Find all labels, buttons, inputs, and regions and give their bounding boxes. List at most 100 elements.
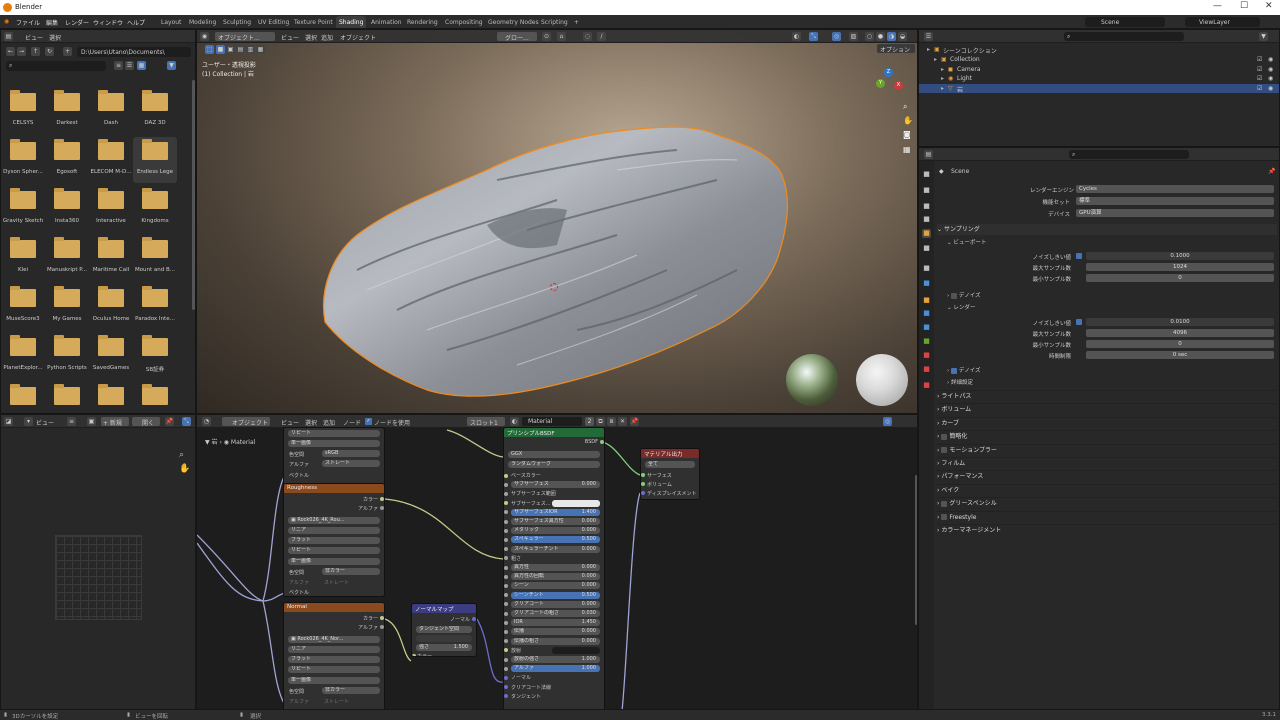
tab-scripting[interactable]: Scripting (538, 16, 571, 28)
section-checkbox[interactable] (941, 447, 948, 454)
menu-render[interactable]: レンダー (65, 18, 89, 27)
input-field[interactable]: アルファ 1.000 (511, 665, 600, 673)
maximize-icon[interactable]: ☐ (1240, 1, 1248, 11)
folder-item[interactable] (45, 382, 89, 413)
3d-viewport-panel[interactable]: ◉ オブジェクト... ビュー 選択 追加 オブジェクト グロー... ⊙ ⌂ … (196, 29, 918, 414)
section-10[interactable]: › カラーマネージメント (937, 524, 1277, 535)
scene-selector[interactable]: Scene (1085, 17, 1165, 27)
gizmo-x[interactable]: X (894, 81, 903, 90)
minimize-icon[interactable]: — (1213, 1, 1222, 11)
refresh-icon[interactable]: ↻ (45, 47, 54, 56)
normal-map-node[interactable]: ノーマルマップ ノーマル タンジェント空間 強さ 1.500 カラー (411, 603, 477, 657)
tool-tab-icon[interactable]: ■ (922, 170, 931, 179)
input-field[interactable]: サブサーフェス異方性 0.000 (511, 518, 600, 525)
ortho-toggle-icon[interactable]: ▦ (903, 145, 911, 154)
sss-method-dropdown[interactable]: ランダムウォーク (508, 461, 600, 468)
input-socket[interactable] (504, 657, 508, 662)
render-subsection[interactable]: ⌄ レンダー (947, 303, 975, 311)
alpha-dropdown[interactable]: ストレート (322, 460, 380, 467)
input-field[interactable]: スペキュラー 0.500 (511, 536, 600, 544)
expand-icon[interactable]: ▸ (927, 46, 930, 53)
folder-item[interactable]: Oculus Home (89, 284, 133, 330)
sampling-field[interactable]: 0 sec (1086, 351, 1274, 359)
extension-dropdown[interactable]: リピート (288, 666, 380, 673)
folder-item[interactable]: Maritime Call (89, 235, 133, 281)
collection-tab-icon[interactable]: ■ (922, 264, 931, 273)
node-row[interactable]: 単一画像 (288, 440, 380, 447)
colorspace-dropdown[interactable]: 非カラー (322, 568, 380, 575)
3d-cursor[interactable] (550, 283, 558, 291)
input-field[interactable]: 異方性 0.000 (511, 564, 600, 571)
tab-sculpting[interactable]: Sculpting (220, 16, 254, 28)
sampling-field[interactable]: 0 (1086, 274, 1274, 282)
displacement-input-socket[interactable] (641, 491, 645, 495)
folder-item[interactable]: Python Scripts (45, 333, 89, 379)
section-1[interactable]: › ボリューム (937, 403, 1277, 414)
target-dropdown[interactable]: 全て (645, 461, 695, 468)
strength-field[interactable]: 強さ 1.500 (416, 644, 472, 651)
feature-set-dropdown[interactable]: 標準 (1076, 197, 1274, 205)
distribution-dropdown[interactable]: GGX (508, 451, 600, 458)
folder-item[interactable]: MuseScore3 (1, 284, 45, 330)
input-socket[interactable] (504, 501, 508, 506)
pan-hand-icon[interactable]: ✋ (179, 464, 190, 474)
modifier-tab-icon[interactable]: ■ (922, 296, 931, 305)
sampling-field[interactable]: 1024 (1086, 263, 1274, 271)
input-field[interactable]: サブサーフェスIOR 1.400 (511, 508, 600, 516)
input-socket[interactable] (504, 537, 508, 542)
properties-search-input[interactable]: ⌕ (1069, 150, 1189, 159)
menu-select[interactable]: 選択 (49, 33, 61, 42)
input-field[interactable]: シーン 0.000 (511, 582, 600, 590)
projection-dropdown[interactable]: フラット (288, 656, 380, 663)
uv-grid[interactable] (55, 535, 142, 620)
physics-tab-icon[interactable]: ■ (922, 323, 931, 332)
filter-icon[interactable]: ▼ (167, 61, 176, 70)
uv-map-field[interactable] (416, 635, 472, 642)
folder-item[interactable]: Egosoft (45, 137, 89, 183)
color-output-socket[interactable] (380, 497, 384, 501)
bsdf-output-socket[interactable] (600, 440, 604, 444)
input-socket[interactable] (504, 648, 508, 653)
alpha-output-socket[interactable] (380, 506, 384, 510)
adaptive-checkbox[interactable] (1076, 253, 1082, 259)
section-5[interactable]: › フィルム (937, 457, 1277, 468)
back-icon[interactable]: ← (6, 47, 15, 56)
section-6[interactable]: › パフォーマンス (937, 470, 1277, 481)
input-socket[interactable] (504, 593, 508, 598)
input-socket[interactable] (504, 694, 508, 699)
interpolation-dropdown[interactable]: リニア (288, 646, 380, 653)
world-tab-icon[interactable]: ■ (922, 244, 931, 253)
filter-icon[interactable]: ▼ (1259, 32, 1268, 41)
input-socket[interactable] (504, 565, 508, 570)
input-socket[interactable] (504, 547, 508, 552)
node-row[interactable]: リピート (288, 430, 380, 437)
input-socket[interactable] (504, 519, 508, 524)
file-browser-scrollbar[interactable] (192, 80, 195, 310)
mode-icon[interactable]: ▾ (24, 417, 33, 426)
checkbox-icon[interactable]: ☑ (1257, 66, 1262, 73)
outliner-search-input[interactable]: ⌕ (1064, 32, 1184, 41)
outliner-row[interactable]: ▸ ▣ Collection ☑ ◉ (919, 55, 1279, 64)
menu-icon[interactable]: ≡ (67, 417, 76, 426)
input-socket[interactable] (504, 639, 508, 644)
outliner-row[interactable]: ▸ ◼ Camera ☑ ◉ (919, 65, 1279, 74)
roughness-texture-node[interactable]: Roughness カラー アルファ ▣ Rock026_4K_Rou... リ… (283, 483, 385, 597)
open-image-button[interactable]: 開く (132, 417, 160, 427)
input-socket[interactable] (504, 528, 508, 533)
folder-item[interactable]: SB証券 (133, 333, 177, 379)
section-checkbox[interactable] (941, 433, 948, 440)
section-2[interactable]: › カーブ (937, 416, 1277, 428)
emission-color-swatch[interactable] (552, 646, 600, 654)
pan-hand-icon[interactable]: ✋ (903, 116, 913, 125)
tab-rendering[interactable]: Rendering (404, 16, 441, 28)
path-field[interactable]: D:\Users\Utano\Documents\ (77, 47, 191, 57)
color-output-socket[interactable] (380, 616, 384, 620)
input-socket[interactable] (504, 574, 508, 579)
source-dropdown[interactable]: 単一画像 (288, 677, 380, 684)
eye-icon[interactable]: ◉ (1268, 75, 1273, 82)
new-image-button[interactable]: + 新規 (101, 417, 129, 427)
input-field[interactable]: スペキュラーチント 0.000 (511, 545, 600, 553)
surface-input-socket[interactable] (641, 473, 645, 477)
folder-item[interactable] (1, 382, 45, 413)
gizmo-y[interactable]: Y (876, 79, 885, 88)
